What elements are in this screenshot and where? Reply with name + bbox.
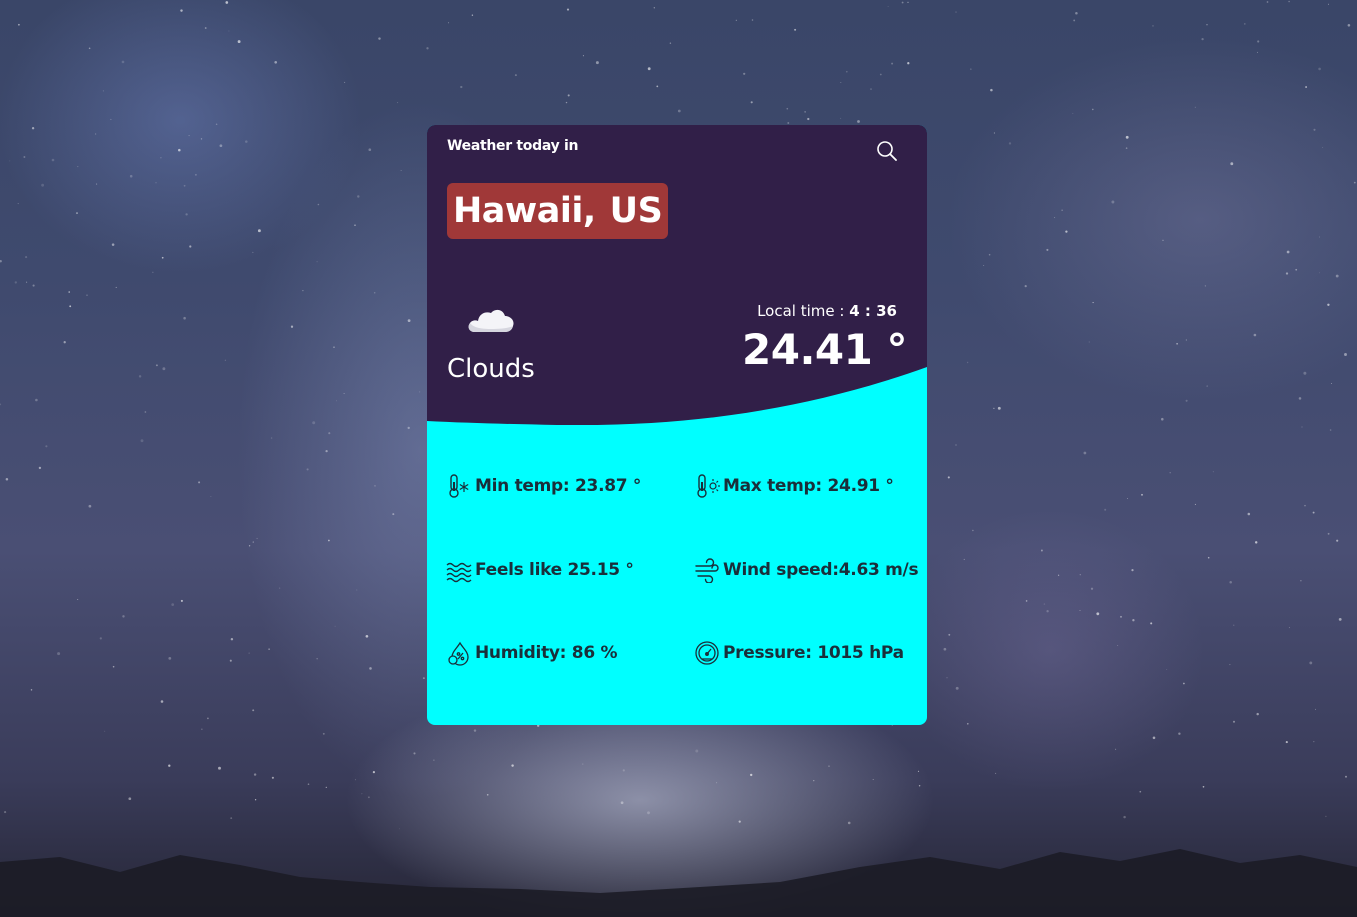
- humidity-text: Humidity: 86 %: [475, 643, 618, 663]
- condition-text: Clouds: [447, 354, 535, 384]
- waves-icon: [446, 562, 472, 583]
- thermometer-cold-icon: [449, 474, 469, 498]
- wind-icon: [695, 558, 719, 583]
- local-time: Local time : 4 : 36: [757, 302, 897, 320]
- feels-like-text: Feels like 25.15 °: [475, 560, 634, 580]
- stat-min-temp: Min temp: 23.87 °: [446, 473, 641, 499]
- stat-humidity: Humidity: 86 %: [446, 640, 618, 666]
- current-temperature: 24.41 °: [742, 325, 907, 374]
- city-name: Hawaii,: [453, 191, 596, 231]
- search-icon: [877, 141, 897, 161]
- mountain-silhouette: [0, 849, 1357, 917]
- location-badge: Hawaii, US: [447, 183, 669, 239]
- max-temp-text: Max temp: 24.91 °: [723, 476, 894, 496]
- min-temp-text: Min temp: 23.87 °: [475, 476, 642, 496]
- search-button[interactable]: [875, 139, 899, 163]
- pressure-text: Pressure: 1015 hPa: [723, 643, 904, 663]
- local-time-label: Local time :: [757, 302, 845, 320]
- local-time-value: 4 : 36: [849, 302, 897, 320]
- heading-label: Weather today in: [447, 138, 579, 154]
- stat-pressure: Pressure: 1015 hPa: [694, 640, 904, 666]
- stat-max-temp: Max temp: 24.91 °: [694, 473, 894, 499]
- weather-card: Weather today in Hawaii, US Clouds Local …: [427, 125, 927, 725]
- country-code: US: [609, 191, 663, 231]
- wind-speed-text: Wind speed:4.63 m/s: [723, 560, 919, 580]
- gauge-icon: [695, 641, 719, 665]
- cloud-icon: [468, 309, 514, 332]
- thermometer-hot-icon: [697, 474, 720, 498]
- humidity-icon: [448, 641, 469, 666]
- stat-feels-like: Feels like 25.15 °: [446, 557, 634, 583]
- stat-wind-speed: Wind speed:4.63 m/s: [694, 557, 919, 583]
